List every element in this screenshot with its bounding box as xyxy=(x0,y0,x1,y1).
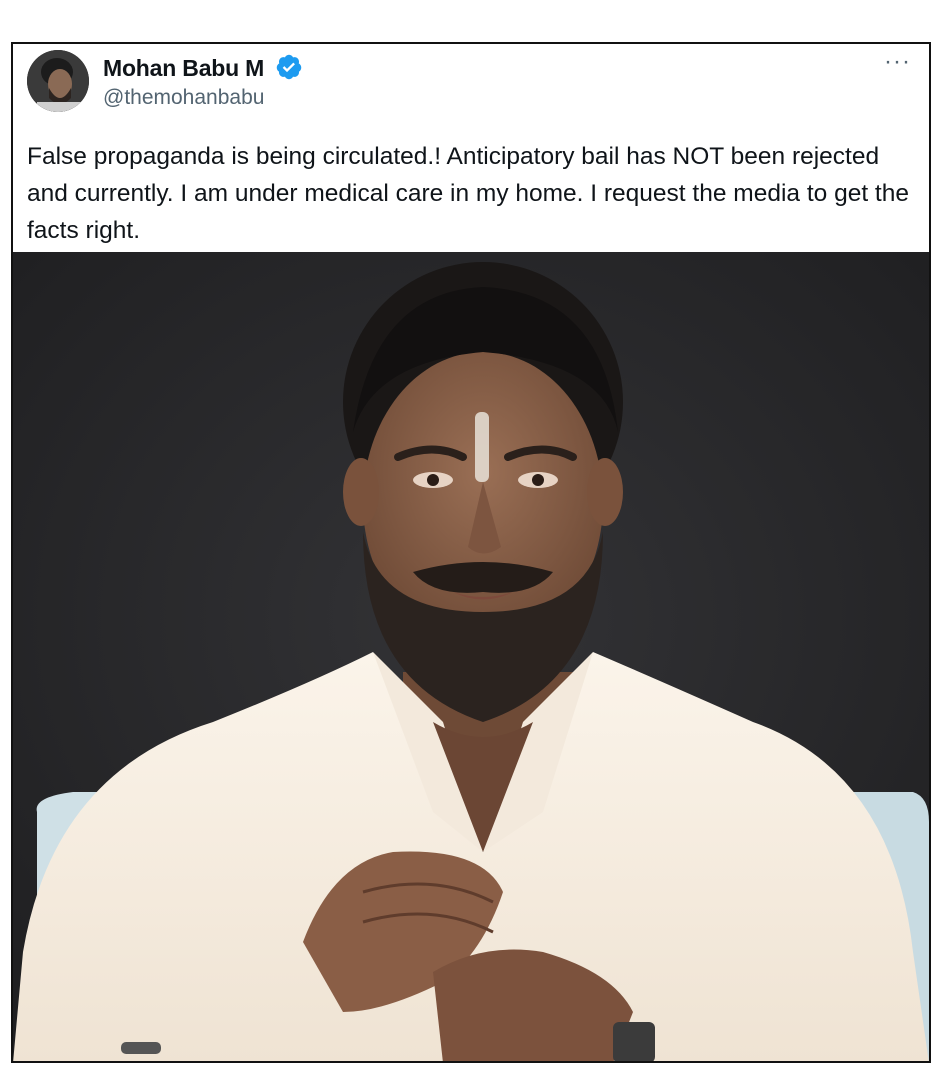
tweet-photo[interactable] xyxy=(13,252,929,1061)
author-handle[interactable]: @themohanbabu xyxy=(103,86,264,110)
more-options-icon[interactable]: ··· xyxy=(884,48,911,76)
verified-badge-icon xyxy=(276,54,302,80)
tweet-text: False propaganda is being circulated.! A… xyxy=(27,143,909,244)
author-name[interactable]: Mohan Babu M xyxy=(103,55,264,82)
portrait-illustration xyxy=(13,252,929,1061)
tweet-card: Mohan Babu M @themohanbabu ··· False pro… xyxy=(11,42,931,1063)
avatar[interactable] xyxy=(27,50,89,112)
tweet-header: Mohan Babu M @themohanbabu ··· False pro… xyxy=(13,44,929,250)
